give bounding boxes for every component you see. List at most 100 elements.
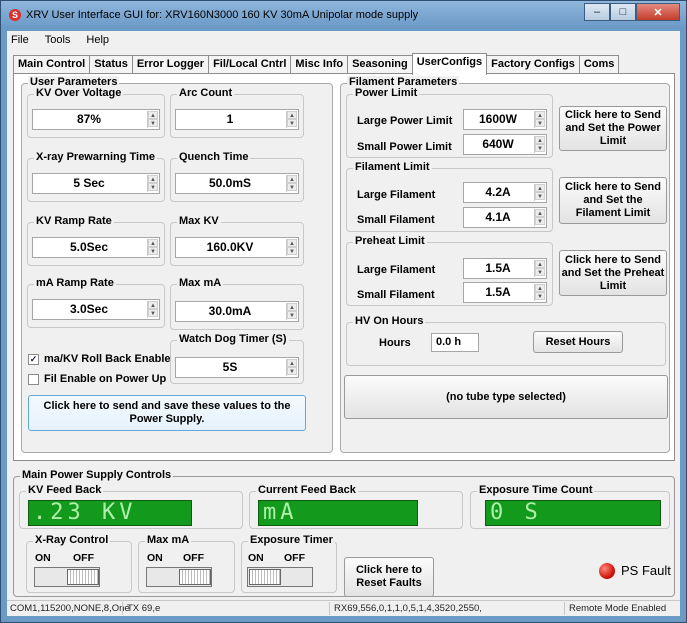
set-power-limit-button[interactable]: Click here to Send and Set the Power Lim… [559, 106, 667, 151]
tab-main-control[interactable]: Main Control [13, 55, 91, 74]
exposure-timer-toggle[interactable] [247, 567, 313, 587]
large-filament-input[interactable]: 4.2A ▲ ▼ [463, 182, 547, 203]
current-feedback-display: mA [258, 500, 418, 526]
kv-ramp-label: KV Ramp Rate [34, 215, 114, 227]
spinner-arrows-icon[interactable]: ▲ ▼ [147, 111, 158, 128]
ps-fault-label: PS Fault [621, 563, 671, 578]
kv-over-voltage-input[interactable]: 87% ▲ ▼ [32, 109, 160, 130]
max-ma-value: 30.0mA [208, 304, 252, 318]
save-values-button[interactable]: Click here to send and save these values… [28, 395, 306, 431]
spinner-arrows-icon[interactable]: ▲ ▼ [147, 175, 158, 192]
spinner-arrows-icon[interactable]: ▲ ▼ [534, 209, 545, 226]
status-tx: TX 69,e [127, 603, 161, 614]
minimize-button[interactable]: – [584, 3, 610, 21]
spinner-arrows-icon[interactable]: ▲ ▼ [147, 239, 158, 256]
spinner-arrows-icon[interactable]: ▲ ▼ [534, 111, 545, 128]
menu-file[interactable]: File [11, 34, 29, 46]
xray-control-toggle[interactable] [34, 567, 100, 587]
spinner-arrows-icon[interactable]: ▲ ▼ [147, 301, 158, 318]
preheat-large-filament-input[interactable]: 1.5A ▲ ▼ [463, 258, 547, 279]
main-controls-title: Main Power Supply Controls [20, 469, 174, 481]
max-ma-input[interactable]: 30.0mA ▲ ▼ [175, 301, 299, 322]
quench-time-input[interactable]: 50.0mS ▲ ▼ [175, 173, 299, 194]
small-filament-input[interactable]: 4.1A ▲ ▼ [463, 207, 547, 228]
spinner-arrows-icon[interactable]: ▲ ▼ [534, 184, 545, 201]
spinner-arrows-icon[interactable]: ▲ ▼ [286, 303, 297, 320]
current-feedback-label: Current Feed Back [256, 484, 358, 496]
hv-on-hours-title: HV On Hours [353, 315, 426, 327]
power-limit-title: Power Limit [353, 87, 420, 99]
arc-count-input[interactable]: 1 ▲ ▼ [175, 109, 299, 130]
tube-type-button[interactable]: (no tube type selected) [344, 375, 668, 419]
title-bar: S XRV User Interface GUI for: XRV160N300… [1, 1, 686, 29]
watchdog-input[interactable]: 5S ▲ ▼ [175, 357, 299, 378]
kv-feedback-display: .23 KV [28, 500, 192, 526]
kv-ramp-input[interactable]: 5.0Sec ▲ ▼ [32, 237, 160, 258]
tab-fil-local-cntrl[interactable]: Fil/Local Cntrl [208, 55, 292, 74]
spinner-arrows-icon[interactable]: ▲ ▼ [534, 136, 545, 153]
tab-userconfigs[interactable]: UserConfigs [411, 53, 488, 75]
spinner-arrows-icon[interactable]: ▲ ▼ [534, 284, 545, 301]
xray-prewarning-input[interactable]: 5 Sec ▲ ▼ [32, 173, 160, 194]
watchdog-value: 5S [222, 360, 238, 374]
ma-ramp-input[interactable]: 3.0Sec ▲ ▼ [32, 299, 160, 320]
xray-control-label: X-Ray Control [33, 534, 111, 546]
fil-enable-checkbox[interactable]: Fil Enable on Power Up [28, 373, 166, 385]
kv-ramp-value: 5.0Sec [69, 240, 109, 254]
xray-off-label: OFF [73, 552, 94, 564]
menu-tools[interactable]: Tools [45, 34, 71, 46]
userconfigs-page: User Parameters KV Over Voltage 87% ▲ ▼ A… [13, 73, 675, 461]
small-power-limit-input[interactable]: 640W ▲ ▼ [463, 134, 547, 155]
set-preheat-limit-button[interactable]: Click here to Send and Set the Preheat L… [559, 250, 667, 296]
tab-factory-configs[interactable]: Factory Configs [486, 55, 580, 74]
spinner-arrows-icon[interactable]: ▲ ▼ [534, 260, 545, 277]
max-ma-toggle-group: Max mA ON OFF [138, 534, 235, 593]
preheat-limit-title: Preheat Limit [353, 235, 427, 247]
kv-over-voltage-group: KV Over Voltage 87% ▲ ▼ [27, 87, 165, 138]
reset-hours-button[interactable]: Reset Hours [533, 331, 623, 353]
preheat-small-filament-input[interactable]: 1.5A ▲ ▼ [463, 282, 547, 303]
rollback-checkbox[interactable]: ✓ ma/KV Roll Back Enable [28, 353, 171, 365]
max-ma-on-label: ON [147, 552, 163, 564]
arc-count-value: 1 [226, 112, 234, 126]
spinner-arrows-icon[interactable]: ▲ ▼ [286, 111, 297, 128]
menu-bar: File Tools Help [7, 31, 680, 49]
reset-faults-button[interactable]: Click here to Reset Faults [344, 557, 434, 597]
power-limit-group: Power Limit Large Power Limit 1600W ▲ ▼ S… [346, 87, 553, 158]
maximize-button[interactable]: □ [610, 3, 636, 21]
checkbox-unchecked-icon[interactable] [28, 373, 39, 385]
max-ma-label: Max mA [177, 277, 224, 289]
hours-field: 0.0 h [431, 333, 479, 352]
xray-on-label: ON [35, 552, 51, 564]
toggle-knob-icon[interactable] [179, 569, 211, 585]
spinner-arrows-icon[interactable]: ▲ ▼ [286, 175, 297, 192]
tab-seasoning[interactable]: Seasoning [347, 55, 413, 74]
max-kv-input[interactable]: 160.0KV ▲ ▼ [175, 237, 299, 258]
kv-feedback-group: KV Feed Back .23 KV [19, 484, 243, 529]
set-filament-limit-button[interactable]: Click here to Send and Set the Filament … [559, 177, 667, 224]
checkbox-checked-icon[interactable]: ✓ [28, 353, 39, 365]
xray-prewarning-value: 5 Sec [73, 176, 105, 190]
tab-status[interactable]: Status [89, 55, 133, 74]
quench-time-group: Quench Time 50.0mS ▲ ▼ [170, 151, 304, 202]
close-button[interactable]: ✕ [636, 3, 680, 21]
toggle-knob-icon[interactable] [67, 569, 99, 585]
menu-help[interactable]: Help [86, 34, 109, 46]
max-kv-group: Max KV 160.0KV ▲ ▼ [170, 215, 304, 266]
toggle-knob-icon[interactable] [249, 569, 281, 585]
tab-misc-info[interactable]: Misc Info [290, 55, 349, 74]
tab-error-logger[interactable]: Error Logger [131, 55, 210, 74]
spinner-arrows-icon[interactable]: ▲ ▼ [286, 359, 297, 376]
spinner-arrows-icon[interactable]: ▲ ▼ [286, 239, 297, 256]
preheat-small-filament-value: 1.5A [485, 285, 511, 299]
hours-value: 0.0 h [436, 336, 462, 348]
filament-parameters-panel: Filament Parameters Power Limit Large Po… [340, 76, 670, 453]
max-ma-toggle[interactable] [146, 567, 212, 587]
tab-coms[interactable]: Coms [578, 55, 620, 74]
status-mode: Remote Mode Enabled [569, 603, 667, 614]
xray-prewarning-label: X-ray Prewarning Time [34, 151, 158, 163]
app-window: S XRV User Interface GUI for: XRV160N300… [0, 0, 687, 623]
tab-strip: Main Control Status Error Logger Fil/Loc… [13, 53, 620, 75]
small-filament-value: 4.1A [485, 210, 511, 224]
large-power-limit-input[interactable]: 1600W ▲ ▼ [463, 109, 547, 130]
